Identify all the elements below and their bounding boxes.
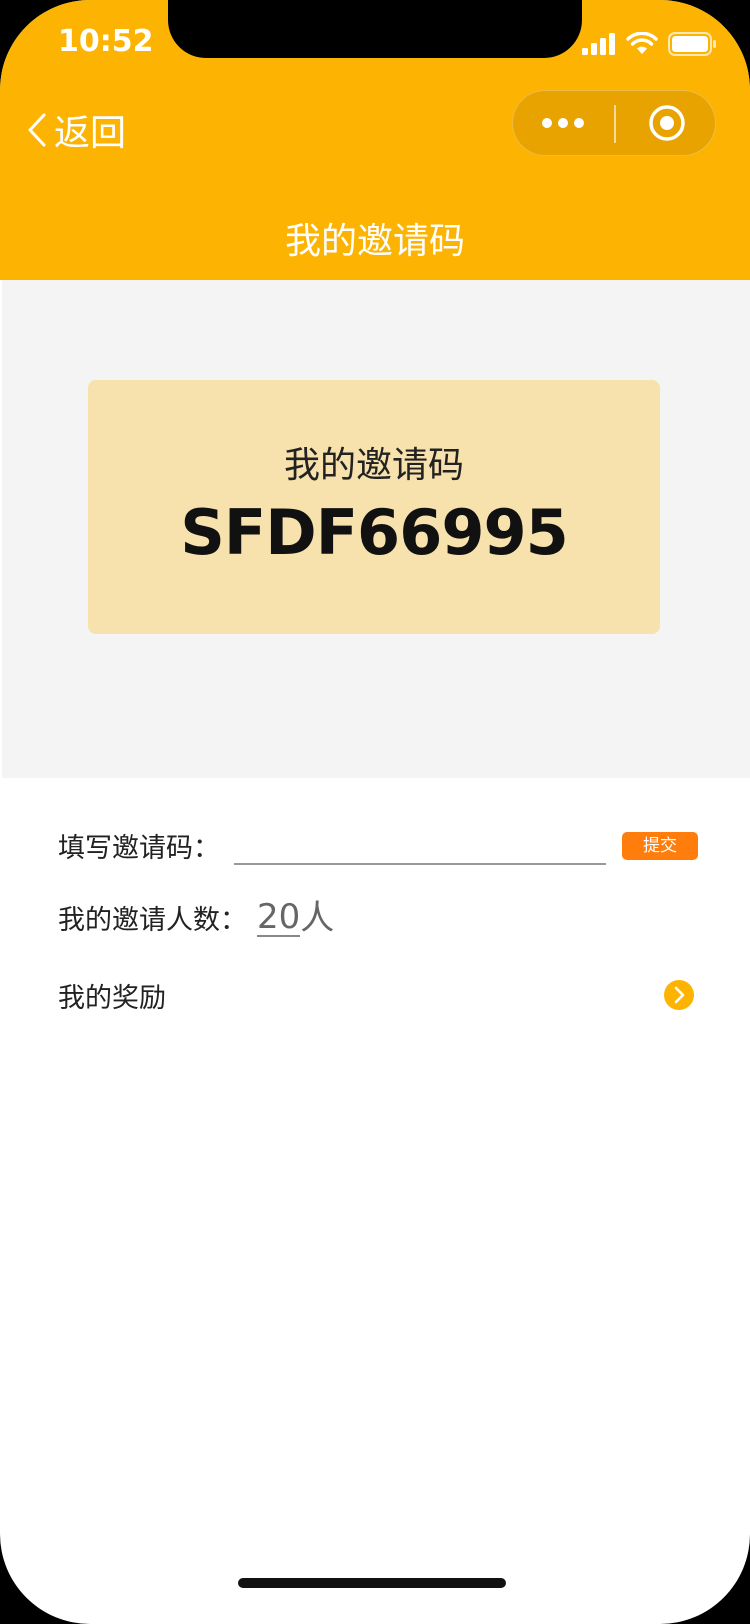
back-label: 返回	[54, 113, 127, 154]
signal-icon	[582, 33, 615, 55]
page-title: 我的邀请码	[284, 221, 465, 262]
submit-button[interactable]: 提交	[622, 832, 698, 860]
phone-screen: 10:52 返回 我的邀请码 我的邀请码 SFDF66995 填写邀请码： 提交…	[0, 0, 750, 1624]
target-circle-icon	[649, 105, 685, 141]
chevron-right-circle-icon	[674, 986, 685, 1004]
status-icons	[582, 30, 716, 58]
reward-arrow-button[interactable]	[664, 980, 694, 1010]
back-button[interactable]: 返回	[26, 104, 126, 156]
more-dots-icon	[542, 118, 584, 128]
more-button[interactable]	[513, 91, 613, 155]
invite-code-label: 填写邀请码：	[58, 833, 220, 864]
invite-code-form-row: 填写邀请码：	[58, 826, 606, 865]
reward-row[interactable]: 我的奖励	[58, 976, 166, 1015]
capsule-divider	[614, 105, 616, 143]
invite-code-input[interactable]	[234, 826, 606, 865]
reward-label: 我的奖励	[58, 983, 166, 1014]
invite-code-value: SFDF66995	[180, 496, 569, 569]
home-indicator	[238, 1578, 506, 1588]
battery-icon	[668, 32, 716, 56]
mini-program-capsule	[512, 90, 716, 156]
wifi-icon	[626, 32, 658, 54]
invite-count-label: 我的邀请人数：	[58, 905, 247, 936]
invite-count-unit: 人	[300, 897, 335, 938]
status-time: 10:52	[58, 24, 154, 59]
chevron-left-icon	[28, 113, 46, 147]
invite-count-row: 我的邀请人数： 20 人	[58, 898, 334, 937]
close-button[interactable]	[617, 91, 717, 155]
notch	[168, 0, 582, 58]
invite-code-card-title: 我的邀请码	[283, 445, 464, 486]
invite-count-value: 20	[257, 896, 301, 937]
invite-code-card: 我的邀请码 SFDF66995	[88, 380, 660, 634]
header: 10:52 返回 我的邀请码	[0, 0, 750, 280]
